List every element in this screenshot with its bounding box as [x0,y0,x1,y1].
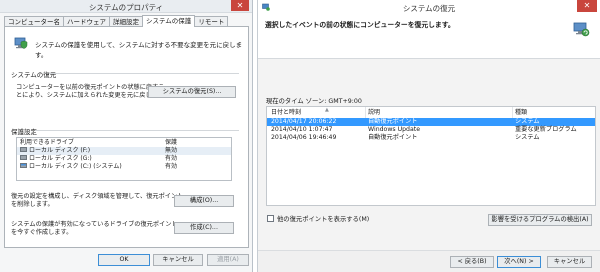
restore-point-type: システム [515,118,540,125]
drive-list-header: 利用できるドライブ 保護 [17,138,231,147]
timezone-label: 現在のタイム ゾーン: GMT+9:00 [266,98,362,105]
restore-point-date: 2014/04/06 19:46:49 [271,134,337,141]
configure-button[interactable]: 構成(O)... [174,195,234,207]
col-type[interactable]: 種類 [513,107,595,118]
right-titlebar: システムの復元 ✕ [258,0,600,15]
create-text-line1: システムの保護が有効になっているドライブの復元ポイント [11,221,178,228]
system-properties-window: システムのプロパティ ✕ コンピューター名 ハードウェア 詳細設定 システムの保… [0,0,253,272]
configure-text-line2: を削除します。 [11,201,54,208]
col-date-time[interactable]: 日付と時刻 [267,107,366,118]
system-restore-window: システムの復元 ✕ 選択したイベントの前の状態にコンピューターを復元します。 現… [257,0,600,272]
drive-status: 有効 [165,155,178,162]
restore-point-row[interactable]: 2014/04/17 20:06:22 自動復元ポイント システム [267,118,595,126]
restore-point-date: 2014/04/17 20:06:22 [271,118,337,125]
drive-icon [20,155,27,160]
drive-status: 無効 [165,147,178,154]
ok-button[interactable]: OK [98,254,150,266]
back-button[interactable]: < 戻る(B) [450,256,494,268]
right-close-button[interactable]: ✕ [577,0,597,12]
system-restore-icon [573,22,590,37]
left-titlebar: システムのプロパティ ✕ [0,0,252,13]
restore-description: コンピューターを以前の復元ポイントの状態に戻すこ とにより、システムに加えられた… [16,84,170,100]
sort-ascending-icon: ▲ [325,107,329,113]
configure-description: 復元の設定を構成し、ディスク領域を管理して、復元ポイント を削除します。 [11,193,183,209]
restore-point-type: 重要な更新プログラム [515,126,577,133]
restore-point-row[interactable]: 2014/04/10 1:07:47 Windows Update 重要な更新プ… [267,126,595,134]
drive-list[interactable]: 利用できるドライブ 保護 ローカル ディスク (F:) 無効 ローカル ディスク… [16,137,232,181]
drive-row[interactable]: ローカル ディスク (C:) (システム) 有効 [17,163,231,171]
restore-list-header: ▲ 日付と時刻 説明 種類 [267,107,595,118]
col-protection: 保護 [165,139,178,146]
protection-settings-title: 保護設定 [11,128,37,136]
protection-intro-text: システムの保護を使用して、システムに対する不要な変更を元に戻します。 [35,41,243,59]
system-restore-button[interactable]: システムの復元(S)... [148,86,236,98]
drive-icon [20,147,27,152]
drive-name: ローカル ディスク (G:) [29,155,92,162]
drive-row[interactable]: ローカル ディスク (F:) 無効 [17,147,231,155]
left-window-title: システムのプロパティ [88,3,164,12]
drive-name: ローカル ディスク (F:) [29,147,91,154]
show-more-checkbox-row[interactable]: 他の復元ポイントを表示する(M) [267,214,370,224]
create-text-line2: を今すぐ作成します。 [11,229,73,236]
drive-row[interactable]: ローカル ディスク (G:) 有効 [17,155,231,163]
create-description: システムの保護が有効になっているドライブの復元ポイント を今すぐ作成します。 [11,221,178,237]
restore-wizard-header: 選択したイベントの前の状態にコンピューターを復元します。 [258,15,600,59]
configure-text-line1: 復元の設定を構成し、ディスク領域を管理して、復元ポイント [11,193,184,200]
right-cancel-button[interactable]: キャンセル [547,256,592,268]
drive-name: ローカル ディスク (C:) (システム) [29,163,122,170]
restore-instruction: 選択したイベントの前の状態にコンピューターを復元します。 [265,21,455,29]
restore-point-description: 自動復元ポイント [368,134,418,141]
restore-text-line2: とにより、システムに加えられた変更を元に戻します。 [16,92,170,99]
restore-section-title: システムの復元 [11,71,57,79]
left-footer: OK キャンセル 適用(A) [0,248,252,272]
system-drive-icon [20,163,27,168]
right-footer: < 戻る(B) 次へ(N) > キャンセル [258,250,600,272]
restore-point-description: Windows Update [368,126,420,133]
restore-point-list[interactable]: ▲ 日付と時刻 説明 種類 2014/04/17 20:06:22 自動復元ポイ… [266,106,596,206]
tab-system-protection[interactable]: システムの保護 [142,15,196,27]
drive-status: 有効 [165,163,178,170]
right-window-title: システムの復元 [402,4,456,13]
apply-button[interactable]: 適用(A) [207,254,249,266]
restore-point-description: 自動復元ポイント [368,118,418,125]
restore-point-row[interactable]: 2014/04/06 19:46:49 自動復元ポイント システム [267,134,595,142]
col-description[interactable]: 説明 [366,107,513,118]
col-available-drives: 利用できるドライブ [20,139,74,146]
left-close-button[interactable]: ✕ [231,0,249,11]
restore-point-type: システム [515,134,540,141]
section-divider [35,130,239,131]
show-more-label: 他の復元ポイントを表示する(M) [277,216,370,223]
next-button[interactable]: 次へ(N) > [497,256,541,268]
system-protection-panel: システムの保護を使用して、システムに対する不要な変更を元に戻します。 システムの… [4,26,249,248]
scan-affected-programs-button[interactable]: 影響を受けるプログラムの検出(A) [488,214,592,226]
computer-shield-icon [14,37,28,49]
section-divider [49,73,239,74]
create-button[interactable]: 作成(C)... [174,222,234,234]
restore-point-date: 2014/04/10 1:07:47 [271,126,333,133]
cancel-button[interactable]: キャンセル [153,254,203,266]
show-more-checkbox[interactable] [267,214,274,222]
restore-text-line1: コンピューターを以前の復元ポイントの状態に戻すこ [16,84,165,91]
